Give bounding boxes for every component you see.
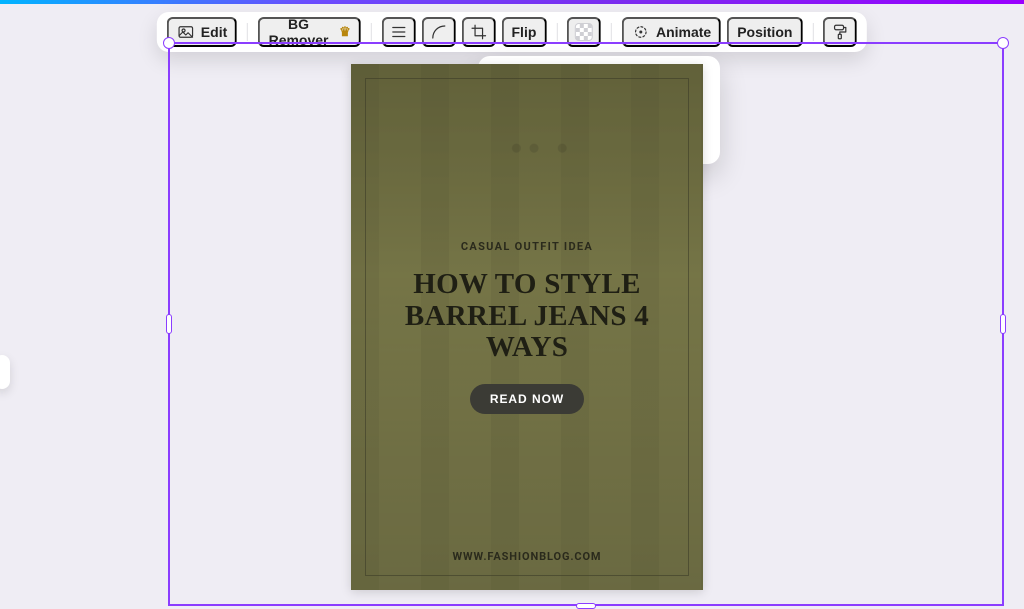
context-toolbar: Edit BG Remover ♛ Flip (157, 12, 867, 52)
animate-button[interactable]: Animate (622, 17, 721, 47)
bg-remover-label: BG Remover (268, 16, 329, 48)
position-button[interactable]: Position (727, 17, 802, 47)
position-label: Position (737, 24, 792, 40)
animate-label: Animate (656, 24, 711, 40)
edit-label: Edit (201, 24, 227, 40)
flip-button[interactable]: Flip (502, 17, 547, 47)
more-tools-button[interactable] (823, 17, 857, 47)
design-kicker-text: CASUAL OUTFIT IDEA (461, 240, 593, 253)
transparency-checker-icon (575, 23, 593, 41)
window-top-gradient (0, 0, 1024, 4)
edit-button[interactable]: Edit (167, 17, 237, 47)
design-inner-frame: CASUAL OUTFIT IDEA HOW TO STYLE BARREL J… (365, 78, 689, 576)
crop-icon (470, 23, 488, 41)
flip-label: Flip (512, 24, 537, 40)
corner-arc-icon (430, 23, 448, 41)
side-panel-toggle[interactable] (0, 355, 10, 389)
corner-rounding-button[interactable] (422, 17, 456, 47)
design-site-text: WWW.FASHIONBLOG.COM (453, 550, 602, 563)
toolbar-separator (371, 23, 372, 41)
toolbar-separator (611, 23, 612, 41)
bg-remover-button[interactable]: BG Remover ♛ (258, 17, 361, 47)
toolbar-separator (812, 23, 813, 41)
toolbar-separator (247, 23, 248, 41)
selection-handle-right[interactable] (1000, 314, 1006, 334)
selection-handle-left[interactable] (166, 314, 172, 334)
design-image[interactable]: CASUAL OUTFIT IDEA HOW TO STYLE BARREL J… (351, 64, 703, 590)
selection-handle-top-right[interactable] (997, 37, 1009, 49)
paint-roller-icon (831, 23, 849, 41)
selection-handle-bottom[interactable] (576, 603, 596, 609)
border-weight-button[interactable] (382, 17, 416, 47)
premium-crown-icon: ♛ (339, 24, 351, 40)
toolbar-separator (556, 23, 557, 41)
design-cta-button: READ NOW (470, 384, 584, 414)
design-headline-text: HOW TO STYLE BARREL JEANS 4 WAYS (384, 269, 670, 365)
image-edit-icon (177, 23, 195, 41)
animate-icon (632, 23, 650, 41)
lines-weight-icon (390, 23, 408, 41)
crop-button[interactable] (462, 17, 496, 47)
transparency-button[interactable] (567, 17, 601, 47)
